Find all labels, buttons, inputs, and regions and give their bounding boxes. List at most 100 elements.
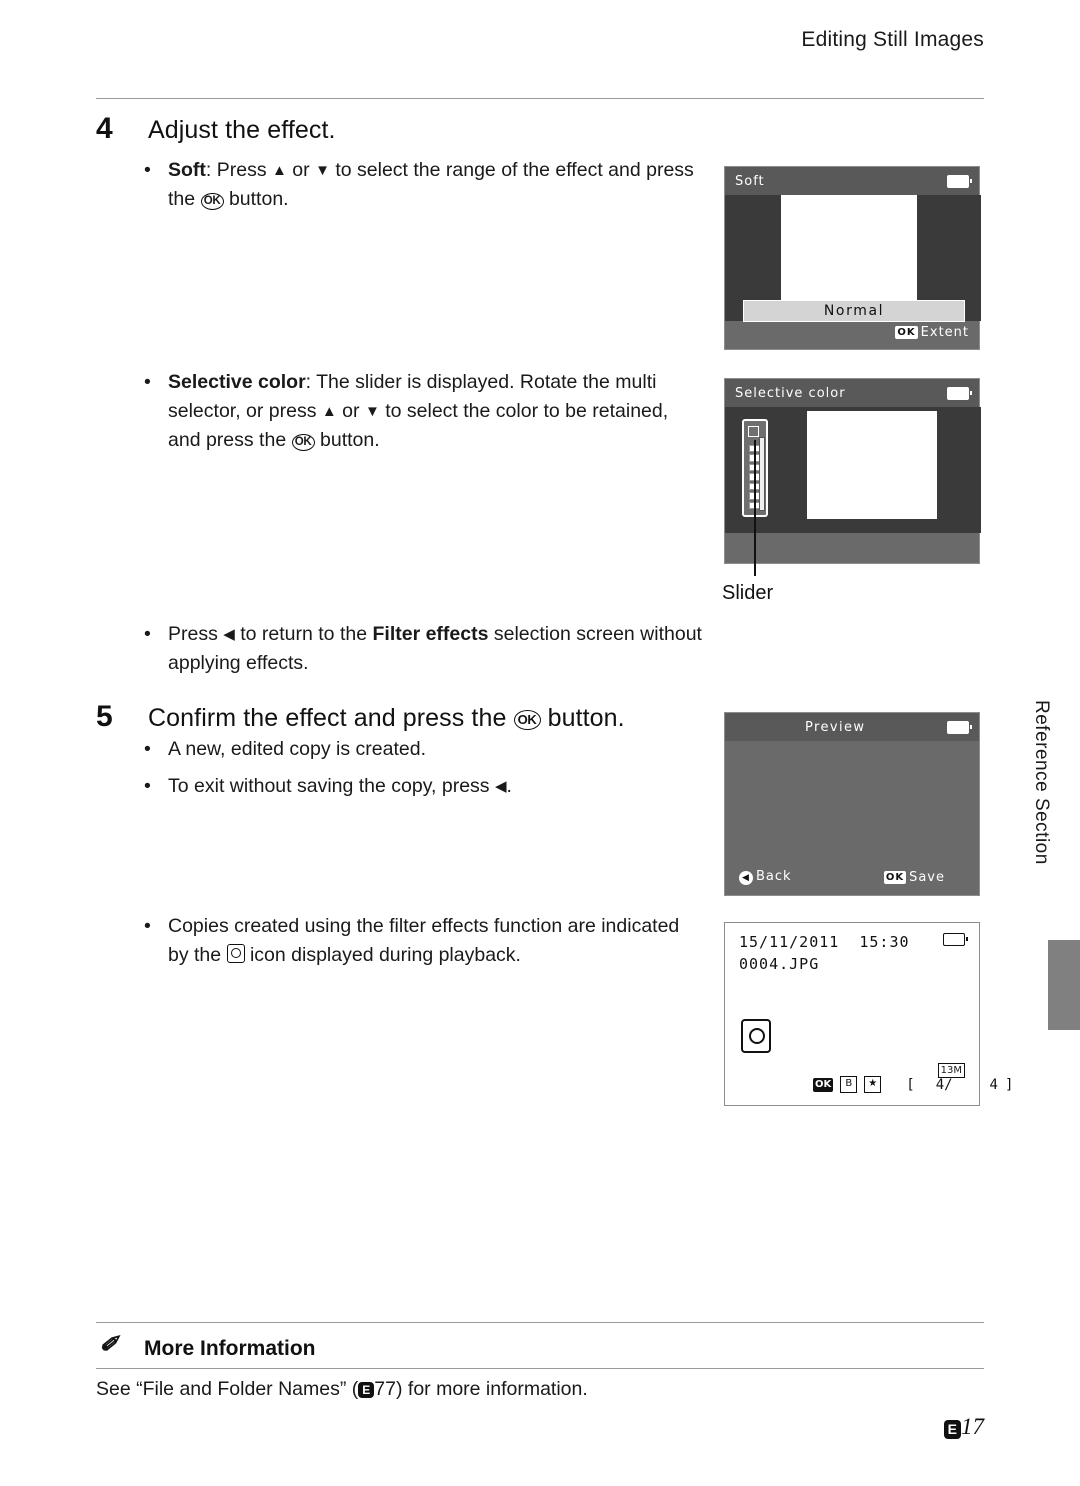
header-divider — [96, 98, 984, 99]
arrow-up-icon: ▲ — [321, 403, 337, 420]
screen-selective-topbar: Selective color — [725, 379, 979, 407]
playback-datetime: 15/11/2011 15:30 — [739, 933, 910, 951]
bullet-selective-color: • Selective color: The slider is display… — [144, 368, 689, 455]
bullet-soft-rest1: : Press — [205, 159, 273, 181]
page-header: Editing Still Images — [801, 28, 984, 51]
bullet-soft-rest2: or — [286, 159, 316, 181]
filter-effects-icon — [741, 1019, 771, 1053]
more-info-chip-num: 77 — [374, 1378, 396, 1400]
arrow-down-icon: ▼ — [364, 403, 380, 420]
page-number-value: 17 — [961, 1414, 984, 1439]
battery-icon — [947, 174, 972, 188]
bullet-return-pre: Press — [168, 623, 224, 645]
screen-playback: 15/11/2011 15:30 0004.JPG 13M OK B ★ [ 4… — [724, 922, 1013, 1106]
bullet-soft-lead: Soft — [168, 159, 206, 181]
bullet-return-strong: Filter effects — [372, 623, 489, 645]
ok-chip-icon: OK — [883, 870, 907, 884]
screen-selective-image — [807, 411, 937, 519]
bullet-dot: • — [144, 738, 151, 760]
screen-soft: Soft Normal OK Extent — [724, 166, 981, 350]
star-chip-icon: B — [840, 1076, 858, 1093]
pencil-icon: ✐ — [99, 1332, 119, 1357]
arrow-left-icon: ◀ — [494, 778, 507, 795]
slider-caption: Slider — [722, 582, 774, 604]
screen-selective-title: Selective color — [735, 385, 846, 401]
soft-extent-text: Extent — [920, 325, 969, 340]
step-4-title: Adjust the effect. — [148, 116, 336, 144]
bullet-exit: • To exit without saving the copy, press… — [144, 772, 689, 801]
soft-normal-bar[interactable]: Normal — [743, 300, 965, 322]
bullet-exit-text: To exit without saving the copy, press ◀… — [168, 772, 689, 801]
e-chip-icon: E — [358, 1382, 375, 1398]
playback-counter-left: 4/ — [935, 1076, 953, 1093]
screen-soft-topbar: Soft — [725, 167, 979, 195]
preview-back-button[interactable]: ◀ Back — [739, 869, 792, 885]
screen-preview-title: Preview — [805, 719, 866, 735]
side-tab-label: Reference Section — [1031, 700, 1052, 865]
bullet-dot: • — [144, 371, 151, 393]
more-info-title: More Information — [144, 1337, 316, 1360]
bullet-selective-lead: Selective color — [168, 371, 306, 393]
playback-counter-bracket-right: ] — [1004, 1076, 1014, 1093]
arrow-up-icon: ▲ — [272, 162, 287, 179]
playback-time: 15:30 — [859, 933, 910, 951]
bullet-selective-rest2: or — [336, 400, 365, 422]
slider-square-icon — [748, 426, 759, 437]
slider-leader-line — [754, 440, 756, 576]
screen-soft-image — [781, 195, 917, 300]
side-tab-marker — [1048, 940, 1080, 1030]
preview-back-label: Back — [756, 869, 792, 884]
slider-knob[interactable] — [759, 437, 765, 511]
bullet-new-copy-text: A new, edited copy is created. — [168, 738, 426, 760]
preview-save-button[interactable]: OK Save — [883, 869, 945, 885]
playback-filename: 0004.JPG — [739, 955, 820, 973]
bullet-dot: • — [144, 915, 151, 937]
bullet-soft-rest4: button. — [223, 188, 289, 210]
ok-chip-icon: OK — [895, 326, 918, 339]
ok-chip-icon: OK — [813, 1077, 834, 1092]
playback-counter-right: 4 — [989, 1076, 998, 1093]
step-4-number: 4 — [96, 112, 113, 145]
screen-selective-color: Selective color — [724, 378, 981, 564]
more-info-text-pre: See “File and Folder Names” ( — [96, 1378, 359, 1400]
bullet-selective-rest4: button. — [314, 429, 380, 451]
page-number: E 17 — [943, 1414, 984, 1440]
bullet-dot: • — [144, 159, 151, 181]
screen-preview: Preview ◀ Back OK Save — [724, 712, 980, 896]
battery-icon — [947, 386, 972, 400]
screen-preview-topbar: Preview — [725, 713, 979, 741]
battery-icon — [947, 720, 972, 734]
ok-button-icon: OK — [513, 710, 541, 730]
bullet-soft-text: Soft: Press ▲ or ▼ to select the range o… — [168, 156, 704, 214]
bullet-filter-post: icon displayed during playback. — [244, 944, 521, 966]
screen-soft-title: Soft — [735, 173, 765, 189]
more-info-text-post: ) for more information. — [395, 1378, 588, 1400]
bullet-dot: • — [144, 623, 151, 645]
bullet-filter-icon-note: • Copies created using the filter effect… — [144, 912, 684, 970]
more-info-bottom-divider — [96, 1368, 984, 1369]
soft-extent-label: OK Extent — [895, 325, 969, 340]
bullet-return-mid: to return to the — [234, 623, 373, 645]
step-5-title-pre: Confirm the effect and press the — [148, 704, 514, 732]
arrow-down-icon: ▼ — [315, 162, 330, 179]
bullet-exit-pre: To exit without saving the copy, press — [168, 775, 495, 797]
battery-icon — [943, 933, 968, 946]
bullet-exit-post: . — [506, 775, 512, 797]
ok-button-icon: OK — [200, 193, 224, 210]
more-info-text: See “File and Folder Names” (E 77) for mo… — [96, 1378, 916, 1401]
step-5-number: 5 — [96, 700, 113, 733]
preview-save-label: Save — [909, 869, 945, 885]
bullet-filter-note-text: Copies created using the filter effects … — [168, 912, 684, 970]
back-chip-icon: ◀ — [739, 871, 753, 885]
arrow-left-icon: ◀ — [223, 626, 235, 643]
screen-preview-bottom: ◀ Back OK Save — [725, 869, 979, 885]
bullet-return-text: Press ◀ to return to the Filter effects … — [168, 620, 709, 678]
playback-date: 15/11/2011 — [739, 933, 840, 951]
step-5-title-post: button. — [540, 704, 625, 732]
more-info-top-divider — [96, 1322, 984, 1323]
filter-effects-icon — [226, 944, 245, 963]
playback-bottom-row: OK B ★ [ 4/ 4 ] — [813, 1076, 1013, 1093]
e-chip-icon: E — [943, 1420, 961, 1439]
bullet-selective-color-text: Selective color: The slider is displayed… — [168, 368, 689, 455]
playback-counter-bracket-left: [ — [906, 1076, 915, 1093]
